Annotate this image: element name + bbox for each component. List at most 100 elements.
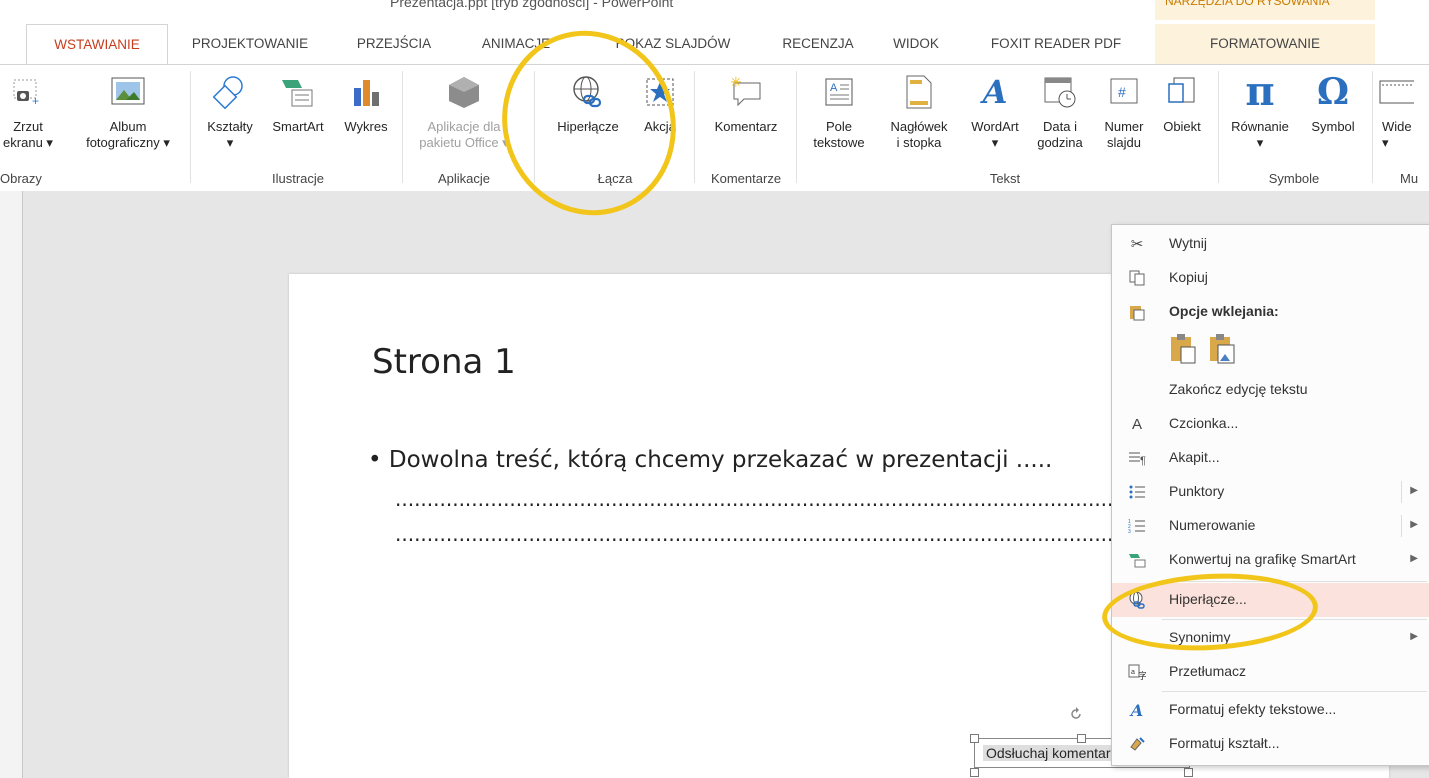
photo-album-button[interactable]: Album fotograficzny ▾ [76,73,180,151]
translate-icon: a字 [1126,661,1148,683]
selection-handle[interactable] [970,768,979,777]
symbol-label: Symbol [1311,119,1355,134]
text-box-button[interactable]: A Pole tekstowe [800,73,878,151]
text-effects-icon: A [1130,700,1144,720]
tab-pokaz-slajdow[interactable]: POKAZ SLAJDÓW [598,24,748,64]
office-apps-button[interactable]: Aplikacje dla pakietu Office ▾ [404,73,524,151]
pi-icon: π [1245,68,1275,115]
action-star-icon [642,73,678,111]
selection-handle[interactable] [970,734,979,743]
menu-item-translate[interactable]: a字 Przetłumacz [1112,655,1429,689]
omega-icon: Ω [1316,71,1350,113]
svg-text:✳: ✳ [730,75,742,90]
date-time-label: Data i godzina [1037,119,1083,150]
text-box-icon: A [821,73,857,111]
slide-number-button[interactable]: # Numer slajdu [1094,73,1154,151]
menu-item-label: Zakończ edycję tekstu [1169,381,1308,397]
menu-item-bullets[interactable]: Punktory ▶ [1112,475,1429,509]
rotate-handle-icon[interactable] [1068,706,1084,722]
paste-options-row [1112,329,1429,369]
paste-as-picture-icon[interactable] [1208,333,1238,368]
context-tab-header-label: NARZĘDZIA DO RYSOWANIA [1165,0,1330,8]
tab-przejscia[interactable]: PRZEJŚCIA [346,24,442,64]
menu-item-cut[interactable]: ✂ Wytnij [1112,227,1429,261]
wordart-button[interactable]: A WordArt ▾ [960,73,1030,151]
format-shape-icon [1126,733,1148,755]
object-label: Obiekt [1163,119,1201,134]
shapes-button[interactable]: Kształty ▾ [200,73,260,151]
screenshot-button[interactable]: + Zrzut ekranu ▾ [0,73,56,151]
comment-button[interactable]: ✳ Komentarz [700,73,792,135]
group-label-ilustracje: Ilustracje [271,171,325,186]
menu-item-convert-smartart[interactable]: Konwertuj na grafikę SmartArt ▶ [1112,543,1429,577]
menu-item-numbering[interactable]: 123 Numerowanie ▶ [1112,509,1429,543]
symbol-button[interactable]: Ω Symbol [1300,73,1366,135]
tab-recenzja[interactable]: RECENZJA [770,24,866,64]
menu-item-format-text-effects[interactable]: A Formatuj efekty tekstowe... [1112,693,1429,727]
hyperlink-icon [1126,589,1148,611]
tab-wstawianie[interactable]: WSTAWIANIE [26,24,168,65]
shapes-icon [212,73,248,111]
chart-label: Wykres [344,119,388,134]
context-tab-header: NARZĘDZIA DO RYSOWANIA [1155,0,1375,20]
calendar-clock-icon [1042,73,1078,111]
selection-handle[interactable] [1077,734,1086,743]
wordart-icon: A [982,73,1008,111]
menu-item-paragraph[interactable]: ¶ Akapit... [1112,441,1429,475]
photo-album-label: Album fotograficzny ▾ [86,119,170,150]
font-icon: A [1131,415,1142,433]
comment-audio-label: Odsłuchaj komentarz 1 [983,745,1133,761]
action-label: Akcja [644,119,676,134]
menu-item-label: Czcionka... [1169,415,1239,431]
office-apps-icon [446,73,482,111]
menu-item-label: Akapit... [1169,449,1220,465]
ribbon: + Zrzut ekranu ▾ Album fotograficzny ▾ O… [0,64,1429,192]
slide-dotted-line: ........................................… [395,522,1135,546]
submenu-divider [1401,481,1402,503]
submenu-arrow-icon: ▶ [1410,485,1418,496]
slide-bullet-text[interactable]: • Dowolna treść, którą chcemy przekazać … [368,447,1052,473]
tab-widok[interactable]: WIDOK [878,24,954,64]
selection-handle[interactable] [1184,768,1193,777]
tab-foxit-reader-pdf[interactable]: FOXIT READER PDF [974,24,1138,64]
group-label-tekst: Tekst [989,171,1021,186]
paragraph-icon: ¶ [1126,447,1148,469]
svg-text:¶: ¶ [1140,455,1146,466]
tab-animacje[interactable]: ANIMACJE [468,24,564,64]
chart-button[interactable]: Wykres [336,73,396,135]
object-icon [1164,73,1200,111]
menu-item-label: Synonimy [1169,629,1231,645]
group-separator [1372,71,1373,183]
paste-keep-formatting-icon[interactable] [1169,333,1199,368]
tab-formatowanie[interactable]: FORMATOWANIE [1155,24,1375,64]
object-button[interactable]: Obiekt [1154,73,1210,135]
slide-thumbnails-pane[interactable] [0,191,23,778]
menu-item-format-shape[interactable]: Formatuj kształt... [1112,727,1429,761]
menu-item-synonyms[interactable]: Synonimy ▶ [1112,621,1429,655]
bullets-icon [1126,481,1148,503]
equation-button[interactable]: π Równanie ▾ [1222,68,1298,151]
svg-text:3: 3 [1128,529,1131,534]
group-label-aplikacje: Aplikacje [437,171,491,186]
group-separator [534,71,535,183]
context-menu: ✂ Wytnij Kopiuj Opcje wklejania: Zakończ… [1111,224,1429,766]
title-bar: Prezentacja.ppt [tryb zgodności] - Power… [0,0,1429,20]
header-footer-button[interactable]: Nagłówek i stopka [878,73,960,151]
smartart-button[interactable]: SmartArt [262,73,334,135]
menu-item-end-text-edit[interactable]: Zakończ edycję tekstu [1112,373,1429,407]
submenu-arrow-icon: ▶ [1410,519,1418,530]
submenu-arrow-icon: ▶ [1410,553,1418,564]
action-button[interactable]: Akcja [634,73,686,135]
hyperlink-button[interactable]: Hiperłącze [544,73,632,135]
menu-item-hyperlink[interactable]: Hiperłącze... [1112,583,1429,617]
menu-separator [1162,619,1427,620]
video-button[interactable]: Wide ▾ [1378,73,1429,151]
slide-title[interactable]: Strona 1 [372,342,516,382]
group-separator [190,71,191,183]
group-label-lacza: Łącza [597,171,633,186]
tab-projektowanie[interactable]: PROJEKTOWANIE [180,24,320,64]
header-footer-label: Nagłówek i stopka [890,119,948,150]
date-time-button[interactable]: Data i godzina [1030,73,1090,151]
menu-item-font[interactable]: A Czcionka... [1112,407,1429,441]
menu-item-copy[interactable]: Kopiuj [1112,261,1429,295]
